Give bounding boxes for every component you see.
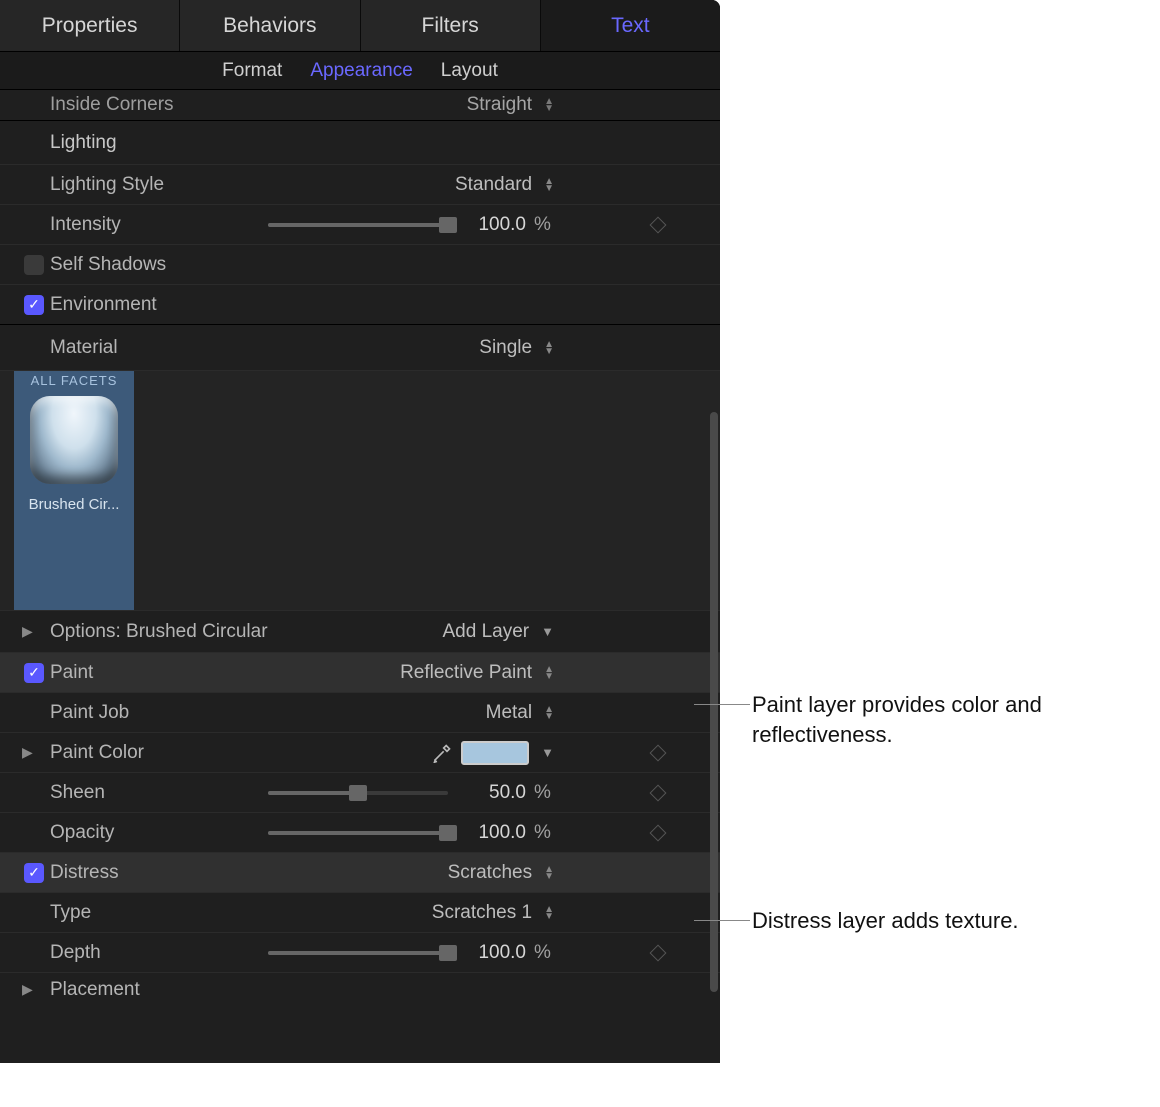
eyedropper-icon[interactable] xyxy=(431,742,453,764)
scroll-area[interactable]: Inside Corners Straight ▲▼ Lighting Ligh… xyxy=(0,90,720,1063)
row-paint-job: Paint Job Metal ▲▼ xyxy=(0,692,720,732)
scrollbar-thumb[interactable] xyxy=(710,412,718,992)
paint-job-label: Paint Job xyxy=(50,702,250,724)
subtab-appearance[interactable]: Appearance xyxy=(310,60,412,82)
keyframe-icon[interactable] xyxy=(650,744,667,761)
facet-name: Brushed Cir... xyxy=(29,496,120,513)
row-distress-type: Type Scratches 1 ▲▼ xyxy=(0,892,720,932)
intensity-slider[interactable] xyxy=(268,216,448,234)
disclosure-icon[interactable]: ▶ xyxy=(22,744,33,761)
updown-icon[interactable]: ▲▼ xyxy=(544,706,554,720)
updown-icon[interactable]: ▲▼ xyxy=(544,906,554,920)
subtab-layout[interactable]: Layout xyxy=(441,60,498,82)
environment-label: Environment xyxy=(50,294,704,316)
placement-label: Placement xyxy=(50,979,250,1001)
tab-text[interactable]: Text xyxy=(541,0,720,51)
keyframe-icon[interactable] xyxy=(650,216,667,233)
callout-distress: Distress layer adds texture. xyxy=(752,906,1132,936)
sheen-value[interactable]: 50.0 xyxy=(456,782,526,804)
distress-label: Distress xyxy=(50,862,250,884)
opacity-unit: % xyxy=(534,822,554,844)
paint-label: Paint xyxy=(50,662,250,684)
disclosure-icon[interactable]: ▶ xyxy=(22,623,33,640)
paint-checkbox[interactable]: ✓ xyxy=(24,663,44,683)
callout-line xyxy=(694,704,750,705)
distress-type-value[interactable]: Scratches 1 xyxy=(432,902,532,924)
facet-header: ALL FACETS xyxy=(31,373,118,388)
opacity-value[interactable]: 100.0 xyxy=(456,822,526,844)
options-label: Options: Brushed Circular xyxy=(50,621,310,643)
row-intensity: Intensity 100.0 % xyxy=(0,204,720,244)
depth-label: Depth xyxy=(50,942,250,964)
disclosure-icon[interactable]: ▶ xyxy=(22,981,33,998)
keyframe-icon[interactable] xyxy=(650,784,667,801)
tab-properties[interactable]: Properties xyxy=(0,0,180,51)
row-environment: ✓ Environment xyxy=(0,284,720,324)
material-facets-strip: ALL FACETS Brushed Cir... xyxy=(0,370,720,610)
row-placement: ▶ Placement xyxy=(0,972,720,1006)
self-shadows-checkbox[interactable] xyxy=(24,255,44,275)
tab-filters[interactable]: Filters xyxy=(361,0,541,51)
add-layer-button[interactable]: Add Layer xyxy=(443,621,530,643)
paint-color-label: Paint Color xyxy=(50,742,250,764)
sheen-slider[interactable] xyxy=(268,784,448,802)
tab-behaviors[interactable]: Behaviors xyxy=(180,0,360,51)
facet-card[interactable]: ALL FACETS Brushed Cir... xyxy=(14,371,134,610)
updown-icon[interactable]: ▲▼ xyxy=(544,666,554,680)
row-options: ▶ Options: Brushed Circular Add Layer ▼ xyxy=(0,610,720,652)
row-inside-corners: Inside Corners Straight ▲▼ xyxy=(0,90,720,120)
inspector-panel: Properties Behaviors Filters Text Format… xyxy=(0,0,720,1063)
inside-corners-label: Inside Corners xyxy=(50,94,250,116)
updown-icon[interactable]: ▲▼ xyxy=(544,866,554,880)
inside-corners-value[interactable]: Straight xyxy=(467,94,532,116)
material-swatch[interactable] xyxy=(30,396,118,484)
updown-icon[interactable]: ▲▼ xyxy=(544,178,554,192)
chevron-down-icon[interactable]: ▼ xyxy=(541,745,554,760)
opacity-label: Opacity xyxy=(50,822,250,844)
keyframe-icon[interactable] xyxy=(650,824,667,841)
row-material: Material Single ▲▼ xyxy=(0,324,720,370)
distress-value[interactable]: Scratches xyxy=(448,862,532,884)
depth-value[interactable]: 100.0 xyxy=(456,942,526,964)
opacity-slider[interactable] xyxy=(268,824,448,842)
material-label: Material xyxy=(50,337,250,359)
updown-icon[interactable]: ▲▼ xyxy=(544,98,554,112)
row-distress: ✓ Distress Scratches ▲▼ xyxy=(0,852,720,892)
callout-line xyxy=(694,920,750,921)
paint-color-well[interactable] xyxy=(461,741,529,765)
chevron-down-icon[interactable]: ▼ xyxy=(541,624,554,639)
paint-job-value[interactable]: Metal xyxy=(486,702,532,724)
environment-checkbox[interactable]: ✓ xyxy=(24,295,44,315)
intensity-unit: % xyxy=(534,214,554,236)
lighting-style-value[interactable]: Standard xyxy=(455,174,532,196)
updown-icon[interactable]: ▲▼ xyxy=(544,341,554,355)
self-shadows-label: Self Shadows xyxy=(50,254,704,276)
material-value[interactable]: Single xyxy=(479,337,532,359)
distress-type-label: Type xyxy=(50,902,250,924)
row-lighting-style: Lighting Style Standard ▲▼ xyxy=(0,164,720,204)
row-self-shadows: Self Shadows xyxy=(0,244,720,284)
sheen-unit: % xyxy=(534,782,554,804)
lighting-header: Lighting xyxy=(0,120,720,164)
subtab-format[interactable]: Format xyxy=(222,60,282,82)
sheen-label: Sheen xyxy=(50,782,250,804)
intensity-value[interactable]: 100.0 xyxy=(456,214,526,236)
callout-paint: Paint layer provides color and reflectiv… xyxy=(752,690,1112,749)
depth-slider[interactable] xyxy=(268,944,448,962)
depth-unit: % xyxy=(534,942,554,964)
intensity-label: Intensity xyxy=(50,214,250,236)
row-paint-color: ▶ Paint Color ▼ xyxy=(0,732,720,772)
row-paint: ✓ Paint Reflective Paint ▲▼ xyxy=(0,652,720,692)
row-opacity: Opacity 100.0 % xyxy=(0,812,720,852)
top-tab-bar: Properties Behaviors Filters Text xyxy=(0,0,720,52)
row-sheen: Sheen 50.0 % xyxy=(0,772,720,812)
keyframe-icon[interactable] xyxy=(650,944,667,961)
paint-value[interactable]: Reflective Paint xyxy=(400,662,532,684)
sub-tab-bar: Format Appearance Layout xyxy=(0,52,720,90)
distress-checkbox[interactable]: ✓ xyxy=(24,863,44,883)
lighting-style-label: Lighting Style xyxy=(50,174,250,196)
row-depth: Depth 100.0 % xyxy=(0,932,720,972)
